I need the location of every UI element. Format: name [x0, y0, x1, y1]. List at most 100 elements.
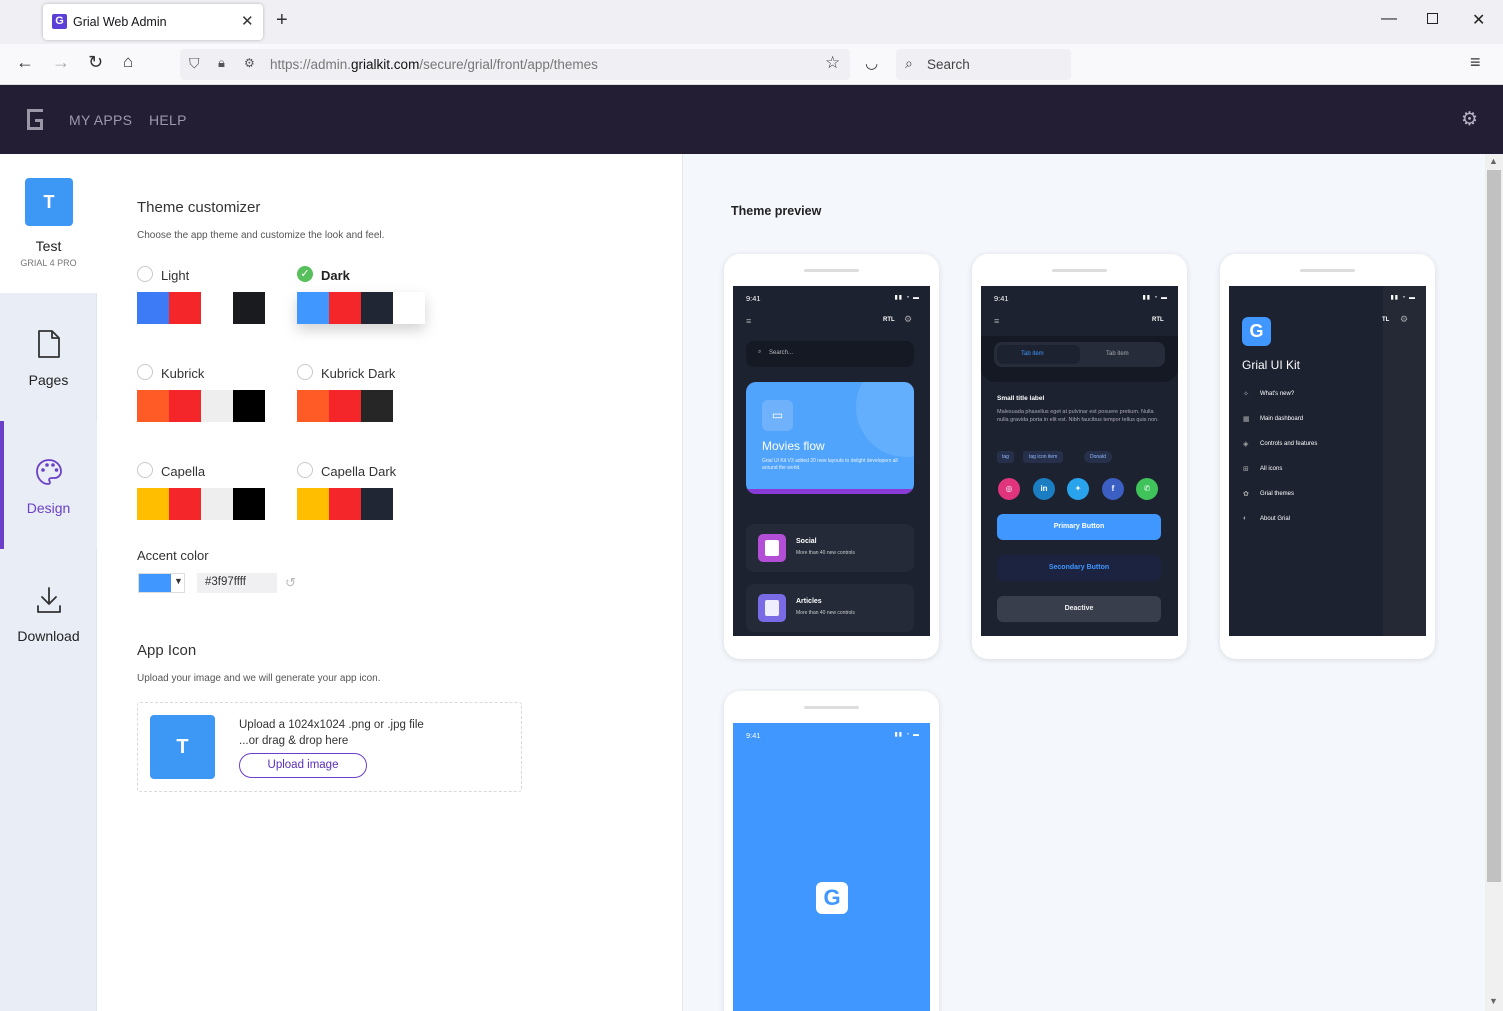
sidebar-item-pages[interactable]: Pages	[0, 293, 97, 421]
menu-icon: ≡	[746, 316, 752, 326]
sidebar-item-design[interactable]: Design	[0, 421, 97, 549]
close-window-icon[interactable]: ✕	[1472, 10, 1485, 30]
browser-nav-bar: ← → ↻ ⌂ ⛉ 🔒︎ ⚙ https://admin.grialkit.co…	[0, 44, 1503, 85]
linkedin-icon: in	[1033, 478, 1055, 500]
url-bar[interactable]: ⛉ 🔒︎ ⚙ https://admin.grialkit.com/secure…	[180, 49, 850, 80]
about-icon: ◐	[1243, 515, 1248, 522]
sidebar-item-label: Download	[17, 628, 80, 644]
bookmark-star-icon[interactable]: ☆	[825, 53, 840, 73]
theme-swatches-capella-dark[interactable]	[297, 488, 425, 520]
home-icon[interactable]: ⌂	[123, 52, 133, 72]
sidebar-item-label: Pages	[28, 372, 69, 388]
scroll-up-icon[interactable]: ▲	[1489, 156, 1498, 166]
upload-instructions: Upload a 1024x1024 .png or .jpg file	[239, 719, 424, 731]
clapper-icon: ▭	[762, 400, 793, 431]
tag-chip: Donald	[1084, 451, 1112, 463]
app-card[interactable]: T Test GRIAL 4 PRO	[0, 154, 97, 293]
theme-swatches-dark[interactable]	[297, 292, 425, 324]
preview-scrollbar[interactable]: ▲ ▼	[1485, 154, 1503, 1011]
shield-icon[interactable]: ⛉	[189, 55, 200, 72]
phone-preview-splash: 9:41 ▮▮ ◔ ▬ G	[724, 691, 939, 1011]
customizer-title: Theme customizer	[137, 199, 261, 216]
theme-swatches-kubrick[interactable]	[137, 390, 265, 422]
browser-search-box[interactable]: ⌕ Search	[896, 49, 1071, 80]
theme-swatches-kubrick-dark[interactable]	[297, 390, 425, 422]
tab-title: Grial Web Admin	[73, 15, 167, 29]
status-icons: ▮▮ ◔ ▬	[894, 295, 920, 301]
theme-label-kubrick[interactable]: Kubrick	[161, 366, 204, 381]
theme-label-capella[interactable]: Capella	[161, 464, 205, 479]
app-plan: GRIAL 4 PRO	[20, 258, 77, 268]
menu-my-apps[interactable]: MY APPS	[69, 112, 132, 128]
lock-icon[interactable]: 🔒︎	[218, 55, 225, 71]
preview-title: Theme preview	[731, 204, 822, 218]
theme-radio-dark[interactable]: ✓	[297, 266, 313, 282]
theme-label-light[interactable]: Light	[161, 268, 189, 283]
status-icons: ▮▮ ◔ ▬	[894, 732, 920, 738]
sidebar-item-label: Design	[26, 500, 71, 516]
phone-screen: 9:41 ▮▮ ◔ ▬ ≡ RTL ⚙ ⌕ Search... ▭ Movies…	[733, 286, 930, 636]
new-tab-icon[interactable]: +	[276, 9, 288, 32]
app-name: Test	[35, 238, 62, 254]
drawer-brand: Grial UI Kit	[1242, 358, 1301, 372]
dashboard-icon: ▦	[1243, 416, 1250, 423]
info-icon: ✧	[1243, 391, 1249, 398]
theme-swatches-light[interactable]	[137, 292, 265, 324]
grial-logo-icon: G	[1242, 317, 1271, 346]
icons-icon: ⊞	[1243, 466, 1249, 473]
scrollbar-thumb[interactable]	[1487, 170, 1501, 882]
rtl-label: TL	[1382, 317, 1390, 323]
url-text[interactable]: https://admin.grialkit.com/secure/grial/…	[270, 57, 598, 72]
reload-icon[interactable]: ↻	[88, 52, 103, 73]
upload-image-button[interactable]: Upload image	[239, 753, 367, 778]
twitter-icon: ✦	[1067, 478, 1089, 500]
forward-icon[interactable]: →	[52, 52, 70, 73]
theme-preview-panel: Theme preview 9:41 ▮▮ ◔ ▬ ≡ RTL ⚙ ⌕ Sear…	[683, 154, 1485, 1011]
theme-label-kubrick-dark[interactable]: Kubrick Dark	[321, 366, 395, 381]
tag-chip: tag icon item	[1023, 451, 1064, 463]
status-time: 9:41	[994, 294, 1009, 303]
browser-tab-bar: G Grial Web Admin ✕ + — ✕	[0, 0, 1503, 44]
rtl-label: RTL	[883, 317, 895, 323]
theme-radio-capella[interactable]	[137, 462, 153, 478]
drawer-item: What's new?	[1260, 391, 1295, 397]
theme-radio-kubrick[interactable]	[137, 364, 153, 380]
accent-color-swatch	[139, 574, 171, 592]
sidebar-item-download[interactable]: Download	[0, 549, 97, 677]
browser-tab[interactable]: G Grial Web Admin ✕	[43, 4, 263, 40]
app-avatar: T	[25, 178, 73, 226]
back-icon[interactable]: ←	[16, 52, 34, 73]
theme-radio-light[interactable]	[137, 266, 153, 282]
accent-color-input[interactable]: #3f97ffff	[197, 573, 277, 593]
movies-flow-card: ▭ Movies flow Grial UI Kit V3 added 20 n…	[746, 382, 914, 494]
phone-preview-drawer: ▮▮ ◔ ▬ TL ⚙ G Grial UI Kit ✧ What's new?…	[1220, 254, 1435, 659]
theme-swatches-capella[interactable]	[137, 488, 265, 520]
reset-icon[interactable]: ↺	[285, 575, 296, 591]
permissions-icon[interactable]: ⚙	[244, 56, 255, 70]
theme-radio-capella-dark[interactable]	[297, 462, 313, 478]
status-time: 9:41	[746, 731, 761, 740]
theme-label-capella-dark[interactable]: Capella Dark	[321, 464, 396, 479]
small-title: Small title label	[997, 395, 1045, 402]
settings-gear-icon[interactable]: ⚙	[1461, 108, 1478, 131]
gear-icon: ⚙	[1400, 314, 1409, 324]
scroll-down-icon[interactable]: ▼	[1489, 996, 1498, 1006]
palette-icon	[0, 457, 97, 494]
theme-radio-kubrick-dark[interactable]	[297, 364, 313, 380]
list-item-articles: Articles More than 40 new controls	[746, 584, 914, 632]
upload-dropzone[interactable]: T Upload a 1024x1024 .png or .jpg file .…	[137, 702, 522, 792]
accent-color-picker[interactable]: ▼	[138, 573, 185, 593]
minimize-icon[interactable]: —	[1381, 10, 1397, 28]
phone-preview-controls: 9:41 ▮▮ ◔ ▬ ≡ RTL Tab item Tab item Smal…	[972, 254, 1187, 659]
tab-control: Tab item Tab item	[994, 342, 1165, 367]
pocket-icon[interactable]: ◡	[865, 54, 878, 72]
grial-logo-icon[interactable]	[27, 109, 43, 130]
theme-label-dark[interactable]: Dark	[321, 268, 350, 283]
close-tab-icon[interactable]: ✕	[241, 12, 254, 30]
deactive-button: Deactive	[997, 596, 1161, 622]
hamburger-menu-icon[interactable]: ≡	[1470, 52, 1481, 73]
maximize-icon[interactable]	[1427, 13, 1438, 24]
menu-help[interactable]: HELP	[149, 112, 187, 128]
drawer-item: Main dashboard	[1260, 416, 1304, 422]
upload-drag-hint: ...or drag & drop here	[239, 735, 349, 747]
